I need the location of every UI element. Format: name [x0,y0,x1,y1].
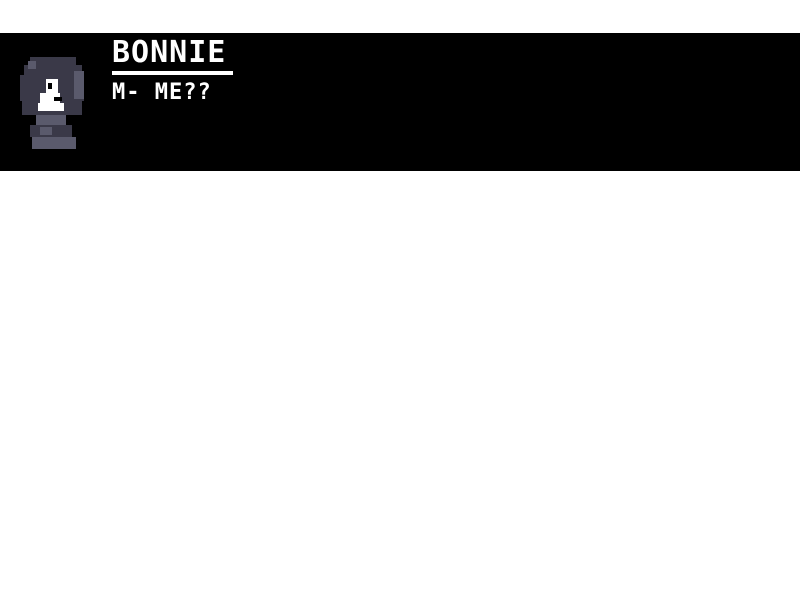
game-scene: BONNIE M- ME?? [0,0,800,600]
name-underline [112,71,233,75]
speaker-name: BONNIE [112,35,227,70]
dialogue-text: M- ME?? [112,80,212,105]
dialogue-box[interactable]: BONNIE M- ME?? [0,33,800,171]
bonnie-portrait-icon [20,57,84,149]
